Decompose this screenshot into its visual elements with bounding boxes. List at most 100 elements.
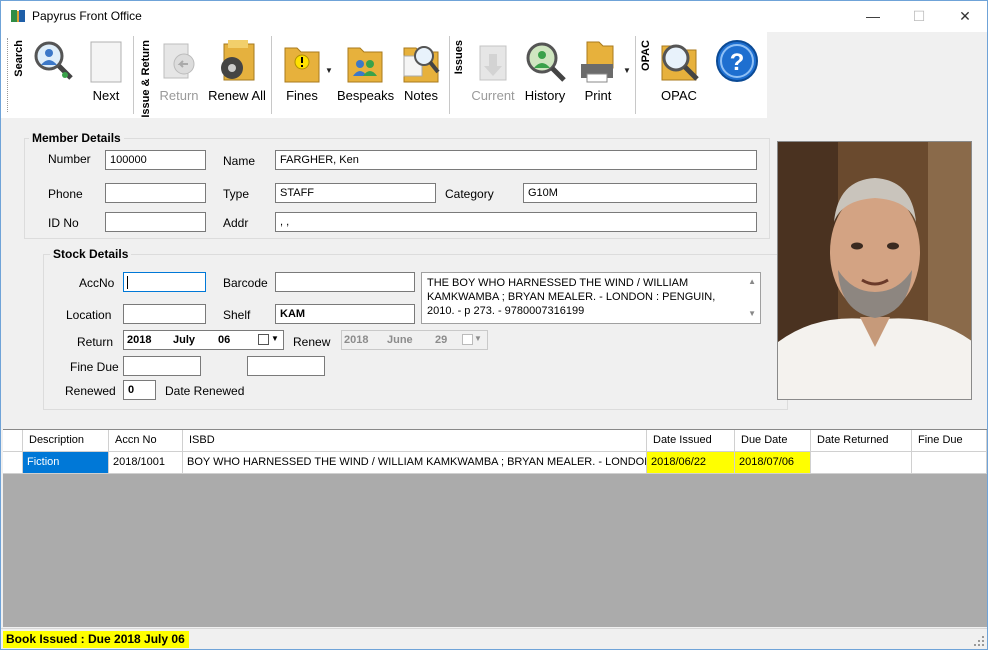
- calendar-icon[interactable]: [258, 334, 269, 345]
- current-label: Current: [471, 88, 515, 103]
- next-label: Next: [92, 88, 120, 103]
- print-button[interactable]: Print ▼: [575, 36, 631, 108]
- cell-isbd[interactable]: BOY WHO HARNESSED THE WIND / WILLIAM KAM…: [183, 452, 647, 474]
- barcode-field[interactable]: [275, 272, 415, 292]
- column-header-isbd[interactable]: ISBD: [183, 430, 647, 452]
- renew-all-label: Renew All: [208, 88, 266, 103]
- notes-magnifier-icon: [403, 46, 440, 83]
- window-title: Papyrus Front Office: [32, 9, 142, 23]
- history-button[interactable]: History: [521, 36, 569, 108]
- toolbar-empty-area: [767, 32, 987, 118]
- return-arrow-icon: [163, 43, 195, 79]
- cell-date-returned[interactable]: [811, 452, 912, 474]
- member-photo-image: [778, 142, 971, 399]
- magnifier-person-icon: [34, 41, 73, 80]
- number-label: Number: [48, 152, 91, 166]
- stock-description-text: THE BOY WHO HARNESSED THE WIND / WILLIAM…: [427, 277, 716, 317]
- cell-date-issued[interactable]: 2018/06/22: [647, 452, 735, 474]
- column-header-fine-due[interactable]: Fine Due: [912, 430, 987, 452]
- member-name-field[interactable]: FARGHER, Ken: [275, 150, 757, 170]
- accno-field[interactable]: [123, 272, 206, 292]
- renewed-label: Renewed: [65, 384, 116, 398]
- renew-all-button[interactable]: Renew All: [207, 36, 267, 108]
- renew-date-picker[interactable]: 2018 June 29 ▼: [341, 330, 488, 350]
- phone-field[interactable]: [105, 183, 206, 203]
- toolbar-grip[interactable]: [7, 38, 9, 112]
- grid-header: Description Accn No ISBD Date Issued Due…: [3, 430, 987, 452]
- help-button[interactable]: ?: [713, 36, 761, 108]
- date-renewed-field[interactable]: [247, 356, 325, 376]
- status-message: Book Issued : Due 2018 July 06: [3, 631, 189, 648]
- fines-dropdown-icon[interactable]: ▼: [325, 66, 333, 75]
- current-button[interactable]: Current: [467, 36, 519, 108]
- column-header-due-date[interactable]: Due Date: [735, 430, 811, 452]
- toolbar: Search Next Issue & Return Return Renew …: [1, 32, 767, 118]
- address-field[interactable]: , ,: [275, 212, 757, 232]
- return-date-picker[interactable]: 2018 July 06 ▼: [123, 330, 284, 350]
- separator: [271, 36, 272, 114]
- main-window: Papyrus Front Office — ☐ ✕ Search Next I…: [0, 0, 988, 650]
- print-dropdown-icon[interactable]: ▼: [623, 66, 631, 75]
- loans-grid: Description Accn No ISBD Date Issued Due…: [3, 429, 987, 627]
- id-no-field[interactable]: [105, 212, 206, 232]
- member-photo: [777, 141, 972, 400]
- opac-button[interactable]: OPAC: [655, 36, 703, 108]
- calendar-icon[interactable]: [462, 334, 473, 345]
- return-year: 2018: [127, 334, 152, 346]
- cell-fine-due[interactable]: [912, 452, 987, 474]
- shelf-field[interactable]: KAM: [275, 304, 415, 324]
- location-label: Location: [66, 308, 112, 322]
- member-details-title: Member Details: [29, 131, 124, 145]
- scroll-down-icon[interactable]: ▼: [748, 307, 756, 321]
- opac-magnifier-icon: [661, 44, 699, 81]
- table-row[interactable]: Fiction 2018/1001 BOY WHO HARNESSED THE …: [3, 452, 987, 474]
- fine-due-label: Fine Due: [70, 360, 119, 374]
- column-header-date-issued[interactable]: Date Issued: [647, 430, 735, 452]
- category-label: Category: [445, 187, 494, 201]
- date-dropdown-icon[interactable]: ▼: [271, 334, 279, 343]
- notes-button[interactable]: Notes: [399, 36, 443, 108]
- column-header-date-returned[interactable]: Date Returned: [811, 430, 912, 452]
- stock-details-title: Stock Details: [50, 247, 132, 261]
- fine-due-field[interactable]: [123, 356, 201, 376]
- addr-label: Addr: [223, 216, 249, 230]
- cell-due-date[interactable]: 2018/07/06: [735, 452, 811, 474]
- help-question-icon: ?: [716, 40, 758, 82]
- member-number-field[interactable]: 100000: [105, 150, 206, 170]
- resize-grip-icon[interactable]: [973, 635, 985, 647]
- date-dropdown-icon[interactable]: ▼: [474, 334, 482, 343]
- maximize-button[interactable]: ☐: [896, 1, 942, 31]
- return-button[interactable]: Return: [155, 36, 203, 108]
- status-bar: Book Issued : Due 2018 July 06: [1, 628, 987, 649]
- cell-description[interactable]: Fiction: [23, 452, 109, 474]
- close-button[interactable]: ✕: [942, 1, 988, 31]
- separator: [635, 36, 636, 114]
- cell-accn-no[interactable]: 2018/1001: [109, 452, 183, 474]
- renewed-count-field[interactable]: 0: [123, 380, 156, 400]
- separator: [449, 36, 450, 114]
- bespeaks-button[interactable]: Bespeaks: [337, 36, 394, 108]
- current-arrow-icon: [479, 45, 507, 81]
- search-button[interactable]: [28, 36, 80, 108]
- member-type-field[interactable]: STAFF: [275, 183, 436, 203]
- fines-button[interactable]: Fines ▼: [279, 36, 333, 108]
- fines-label: Fines: [286, 88, 318, 103]
- scroll-up-icon[interactable]: ▲: [748, 275, 756, 289]
- phone-label: Phone: [48, 187, 83, 201]
- notes-label: Notes: [404, 88, 438, 103]
- stock-description-box[interactable]: THE BOY WHO HARNESSED THE WIND / WILLIAM…: [421, 272, 761, 324]
- minimize-button[interactable]: —: [850, 1, 896, 31]
- column-header-description[interactable]: Description: [23, 430, 109, 452]
- group-label-search: Search: [13, 40, 25, 77]
- column-header-accn-no[interactable]: Accn No: [109, 430, 183, 452]
- row-header-corner: [3, 430, 23, 452]
- opac-label: OPAC: [661, 88, 697, 103]
- title-bar: Papyrus Front Office — ☐ ✕: [1, 1, 987, 32]
- location-field[interactable]: [123, 304, 206, 324]
- row-selector[interactable]: [3, 452, 23, 474]
- next-button[interactable]: Next: [85, 36, 127, 108]
- date-renewed-label: Date Renewed: [165, 384, 245, 398]
- barcode-label: Barcode: [223, 276, 268, 290]
- category-field[interactable]: G10M: [523, 183, 757, 203]
- return-month: July: [173, 334, 196, 346]
